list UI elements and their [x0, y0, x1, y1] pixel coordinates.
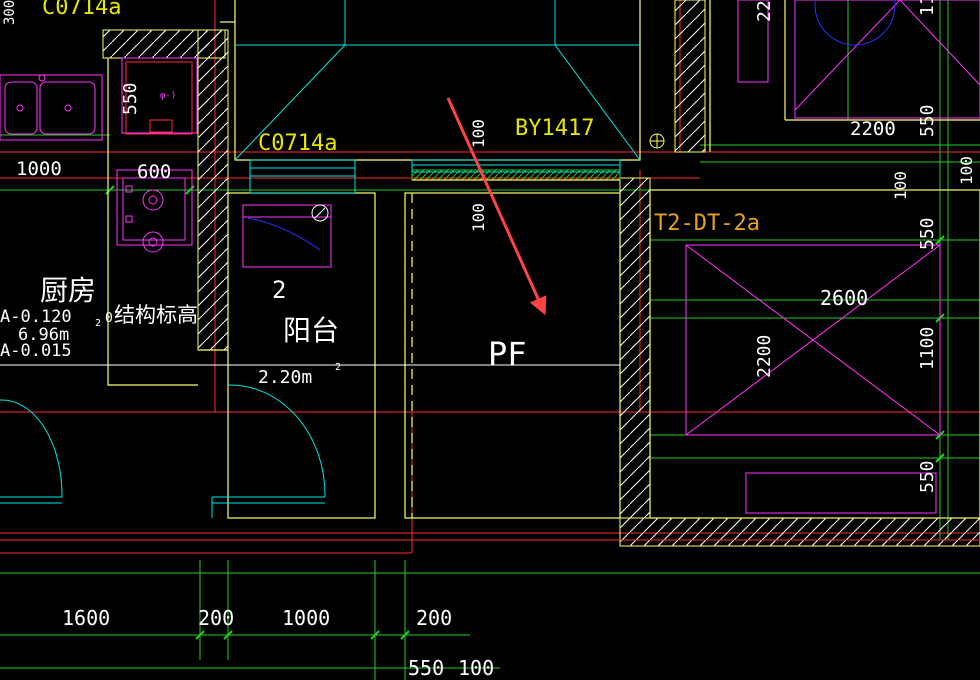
window-tag-by: BY1417	[515, 116, 594, 141]
dim-600: 600	[137, 161, 171, 183]
bottom-dim-1000: 1000	[282, 606, 330, 630]
dim-1100-r: 1100	[917, 327, 938, 370]
bottom-dim-200-b: 200	[416, 606, 452, 630]
dim-100-r1: 100	[891, 171, 910, 200]
area-kitchen-sup: 2	[95, 318, 101, 329]
area-balcony-sup: 2	[335, 362, 341, 373]
room-label-kitchen: 厨房	[40, 274, 96, 307]
cut-label-top-left: 300	[2, 0, 18, 25]
dim-100-r2: 100	[957, 156, 976, 185]
bottom-dim-550: 550	[408, 656, 444, 680]
bottom-dim-100: 100	[458, 656, 494, 680]
dim-2200-mid: 2200	[754, 335, 775, 378]
dim-550-r1: 550	[917, 104, 938, 137]
dim-100-b: 100	[469, 203, 488, 232]
dim-110-top: 110	[917, 0, 938, 16]
dim-2600: 2600	[820, 286, 868, 310]
dim-550-r2: 550	[917, 217, 938, 250]
yellow-structure-lines	[107, 0, 980, 519]
bottom-dim-1600: 1600	[62, 606, 110, 630]
dim-550-sink: 550	[120, 82, 141, 115]
dim-550-r3: 550	[917, 460, 938, 493]
window-tag-mid: C0714a	[258, 131, 337, 156]
elevator-tag: T2-DT-2a	[654, 211, 760, 236]
area-balcony: 2.20m	[258, 367, 312, 388]
cyan-window-lines	[0, 0, 641, 518]
elevation-a1: A-0.120	[0, 307, 72, 327]
elevator-car	[685, 244, 941, 514]
svg-text:φ-): φ-)	[160, 91, 176, 101]
cad-drawing-canvas[interactable]: φ-) C0714a 300 C0714a BY1417 T2-DT-2a 厨房…	[0, 0, 980, 680]
room-label-structure-elevation: 结构标高	[114, 303, 198, 327]
kitchen-sink	[0, 74, 103, 141]
dim-1000-left: 1000	[16, 158, 62, 180]
balcony-number: 2	[272, 276, 286, 304]
structure-prefix: 0	[105, 311, 113, 326]
dim-100-a: 100	[469, 119, 488, 148]
window-tag-top-left: C0714a	[42, 0, 121, 20]
washing-machine	[242, 204, 332, 268]
dim-2200-top: 2200	[850, 118, 896, 140]
red-axis-lines	[0, 0, 980, 554]
elevation-a2: A-0.015	[0, 341, 72, 361]
dim-220-top: 220	[754, 0, 775, 22]
bottom-dim-200-a: 200	[198, 606, 234, 630]
room-label-balcony: 阳台	[283, 314, 339, 347]
room-label-pf: PF	[488, 335, 527, 373]
